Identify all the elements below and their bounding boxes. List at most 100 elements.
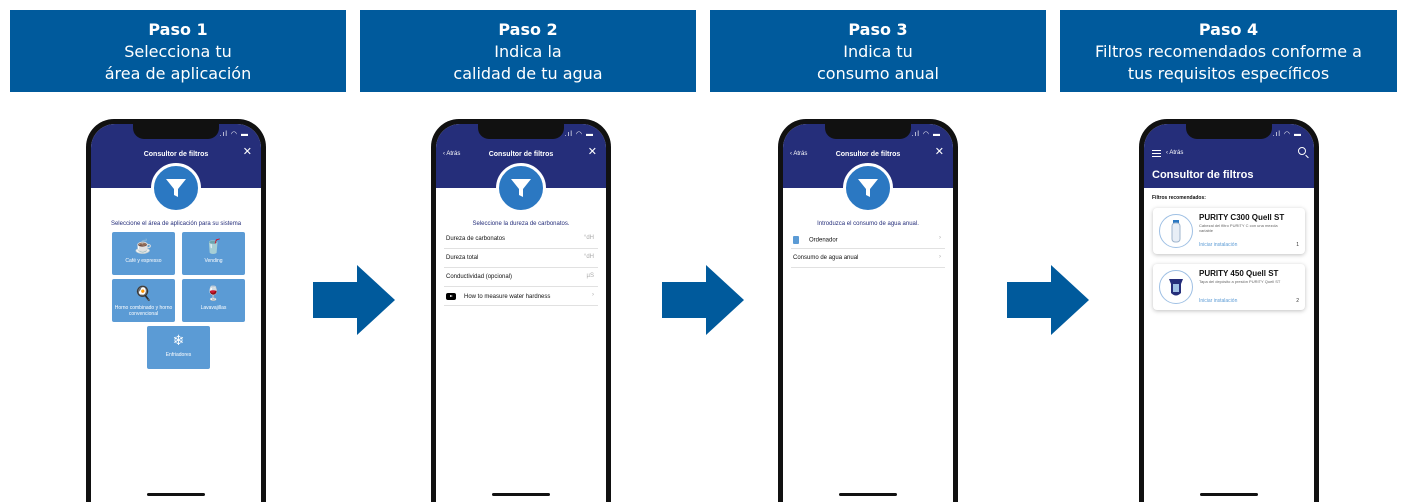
tile-cafe-espresso[interactable]: ☕ Café y espresso	[112, 232, 175, 275]
navbar: .ıl ◠ ▬ ‹ Atrás Consultor de filtros	[1144, 124, 1314, 188]
step-line: Indica tu	[843, 42, 913, 61]
product-card[interactable]: PURITY 450 Quell ST Tapa del depósito a …	[1153, 264, 1305, 310]
filter-cartridge-icon	[1159, 214, 1193, 248]
step-line: tus requisitos específicos	[1127, 64, 1330, 83]
arrow-right-icon	[662, 265, 744, 335]
phone-step-4: .ıl ◠ ▬ ‹ Atrás Consultor de filtros Fil…	[1139, 119, 1319, 502]
step-line: Indica la	[494, 42, 562, 61]
close-icon[interactable]: ✕	[935, 147, 944, 158]
phone-screen: .ıl ◠ ▬ ‹ Atrás Consultor de filtros ✕ S…	[436, 124, 606, 502]
home-indicator	[492, 493, 550, 496]
chevron-right-icon: ›	[592, 292, 594, 298]
youtube-icon	[446, 293, 456, 300]
vending-cup-icon: 🥤	[204, 238, 223, 254]
product-name: PURITY 450 Quell ST	[1199, 269, 1279, 278]
row-label: Ordenador	[809, 237, 838, 244]
tile-label: Enfriadores	[165, 352, 192, 358]
tile-enfriadores[interactable]: ❄ Enfriadores	[147, 326, 210, 369]
row-label-wrap: Ordenador	[793, 236, 838, 244]
product-card[interactable]: PURITY C300 Quell ST Cabezal del filtro …	[1153, 208, 1305, 254]
row-ordenador[interactable]: Ordenador ›	[791, 230, 945, 249]
snowflake-icon: ❄	[172, 332, 185, 348]
tile-label: Café y espresso	[125, 258, 162, 264]
notch	[133, 124, 219, 139]
row-label: Dureza total	[446, 255, 479, 261]
funnel-icon	[843, 163, 893, 213]
arrow-right-icon	[1007, 265, 1089, 335]
row-dureza-carbonatos[interactable]: Dureza de carbonatos °dH	[444, 230, 598, 249]
product-name: PURITY C300 Quell ST	[1199, 213, 1285, 222]
step-line: área de aplicación	[104, 64, 252, 83]
tile-label: Horno combinado y horno convencional	[114, 305, 173, 317]
notch	[825, 124, 911, 139]
status-icons: .ıl ◠ ▬	[911, 131, 941, 138]
phone-screen: .ıl ◠ ▬ ‹ Atrás Consultor de filtros ✕ I…	[783, 124, 953, 502]
home-indicator	[147, 493, 205, 496]
notch	[478, 124, 564, 139]
funnel-icon	[151, 163, 201, 213]
nav-title: Consultor de filtros	[143, 151, 209, 158]
row-unit: °dH	[583, 235, 594, 241]
search-icon[interactable]	[1298, 147, 1306, 155]
row-label: How to measure water hardness	[464, 294, 551, 301]
start-installation-link[interactable]: Iniciar instalación	[1199, 242, 1237, 248]
page-title: Consultor de filtros	[1152, 169, 1254, 181]
close-icon[interactable]: ✕	[243, 147, 252, 158]
step-line: consumo anual	[817, 64, 939, 83]
step-title: Paso 2	[498, 20, 558, 39]
tile-vending[interactable]: 🥤 Vending	[182, 232, 245, 275]
row-label: Dureza de carbonatos	[446, 236, 506, 242]
step-title: Paso 4	[1198, 20, 1259, 39]
status-icons: .ıl ◠ ▬	[1272, 131, 1302, 138]
status-icons: .ıl ◠ ▬	[564, 131, 594, 138]
step-line: Filtros recomendados conforme a	[1095, 42, 1362, 61]
chevron-right-icon: ›	[939, 235, 941, 241]
row-conductividad[interactable]: Conductividad (opcional) µS	[444, 268, 598, 287]
step-1-header: Paso 1 Selecciona tu área de aplicación	[10, 10, 346, 92]
row-unit: °dH	[583, 254, 594, 260]
step-line: calidad de tu agua	[453, 64, 603, 83]
step-title: Paso 1	[148, 20, 208, 39]
tile-label: Vending	[204, 258, 223, 264]
step-line: Selecciona tu	[124, 42, 232, 61]
row-dureza-total[interactable]: Dureza total °dH	[444, 249, 598, 268]
row-label: Conductividad (opcional)	[446, 274, 513, 280]
funnel-icon	[496, 163, 546, 213]
phone-step-3: .ıl ◠ ▬ ‹ Atrás Consultor de filtros ✕ I…	[778, 119, 958, 502]
phone-screen: .ıl ◠ ▬ Consultor de filtros ✕ Seleccion…	[91, 124, 261, 502]
tile-horno[interactable]: 🍳 Horno combinado y horno convencional	[112, 279, 175, 322]
step-3-header: Paso 3 Indica tu consumo anual	[710, 10, 1046, 92]
hamburger-menu-icon[interactable]	[1152, 150, 1161, 157]
tile-lavavajillas[interactable]: 🍷 Lavavajillas	[182, 279, 245, 322]
start-installation-link[interactable]: Iniciar instalación	[1199, 298, 1237, 304]
prompt-text: Seleccione el área de aplicación para su…	[110, 221, 242, 227]
step-2-header: Paso 2 Indica la calidad de tu agua	[360, 10, 696, 92]
card-number: 1	[1296, 242, 1299, 248]
nav-title: Consultor de filtros	[835, 151, 901, 158]
filter-head-icon	[1159, 270, 1193, 304]
row-label: Consumo de agua anual	[793, 255, 859, 261]
status-icons: .ıl ◠ ▬	[219, 131, 249, 138]
chevron-right-icon: ›	[939, 254, 941, 260]
close-icon[interactable]: ✕	[588, 147, 597, 158]
calculator-icon	[793, 236, 799, 244]
nav-title: Consultor de filtros	[488, 151, 554, 158]
product-description: Tapa del depósito a presión PURITY Quell…	[1199, 279, 1281, 284]
oven-icon: 🍳	[134, 285, 153, 301]
phone-step-1: .ıl ◠ ▬ Consultor de filtros ✕ Seleccion…	[86, 119, 266, 502]
row-unit: µS	[586, 273, 594, 279]
step-title: Paso 3	[848, 20, 908, 39]
arrow-right-icon	[313, 265, 395, 335]
prompt-text: Seleccione la dureza de carbonatos.	[472, 221, 570, 227]
coffee-cup-icon: ☕	[134, 238, 153, 254]
card-number: 2	[1296, 298, 1299, 304]
prompt-text: Introduzca el consumo de agua anual.	[817, 221, 919, 227]
back-button[interactable]: ‹ Atrás	[1166, 150, 1183, 156]
tile-label: Lavavajillas	[200, 305, 227, 311]
phone-screen: .ıl ◠ ▬ ‹ Atrás Consultor de filtros Fil…	[1144, 124, 1314, 502]
section-subtitle: Filtros recomendados:	[1152, 195, 1206, 201]
row-how-to-measure[interactable]: How to measure water hardness ›	[444, 287, 598, 306]
phone-step-2: .ıl ◠ ▬ ‹ Atrás Consultor de filtros ✕ S…	[431, 119, 611, 502]
row-consumo-anual[interactable]: Consumo de agua anual ›	[791, 249, 945, 268]
home-indicator	[839, 493, 897, 496]
